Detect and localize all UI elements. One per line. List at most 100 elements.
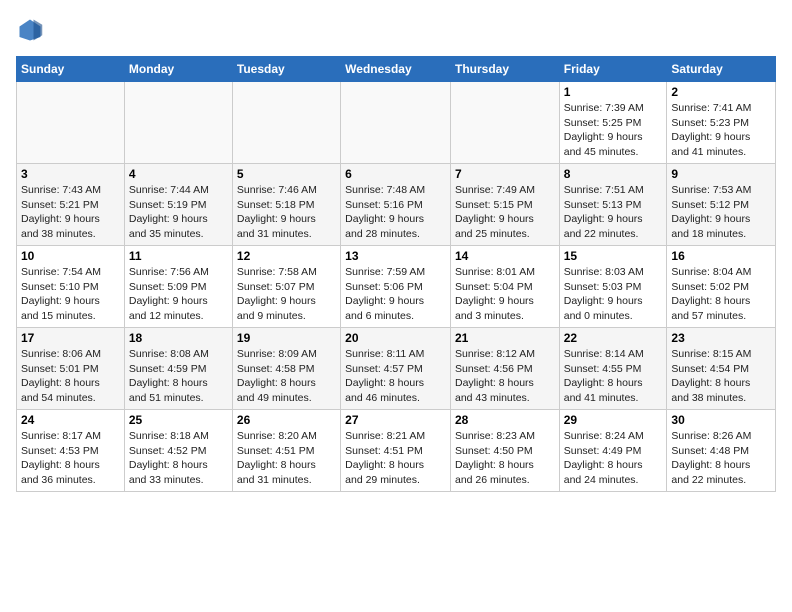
calendar-cell: 16 Sunrise: 8:04 AM Sunset: 5:02 PM Dayli… — [667, 246, 776, 328]
day-number: 11 — [129, 249, 228, 263]
day-header-tuesday: Tuesday — [232, 57, 340, 82]
calendar-cell: 17 Sunrise: 8:06 AM Sunset: 5:01 PM Dayli… — [17, 328, 125, 410]
calendar-cell: 21 Sunrise: 8:12 AM Sunset: 4:56 PM Dayli… — [450, 328, 559, 410]
day-header-thursday: Thursday — [450, 57, 559, 82]
day-number: 23 — [671, 331, 771, 345]
calendar-cell: 3 Sunrise: 7:43 AM Sunset: 5:21 PM Daylig… — [17, 164, 125, 246]
calendar-cell — [450, 82, 559, 164]
day-number: 19 — [237, 331, 336, 345]
day-number: 30 — [671, 413, 771, 427]
calendar-table: SundayMondayTuesdayWednesdayThursdayFrid… — [16, 56, 776, 492]
day-info: Sunrise: 8:12 AM Sunset: 4:56 PM Dayligh… — [455, 347, 555, 406]
calendar-cell: 27Sunrise: 8:21 AM Sunset: 4:51 PM Dayli… — [341, 410, 451, 492]
day-number: 21 — [455, 331, 555, 345]
day-number: 25 — [129, 413, 228, 427]
day-info: Sunrise: 7:46 AM Sunset: 5:18 PM Dayligh… — [237, 183, 336, 242]
calendar-cell: 9 Sunrise: 7:53 AM Sunset: 5:12 PM Daylig… — [667, 164, 776, 246]
day-info: Sunrise: 8:06 AM Sunset: 5:01 PM Dayligh… — [21, 347, 120, 406]
logo — [16, 16, 48, 44]
day-number: 17 — [21, 331, 120, 345]
calendar-cell: 29Sunrise: 8:24 AM Sunset: 4:49 PM Dayli… — [559, 410, 667, 492]
day-number: 28 — [455, 413, 555, 427]
calendar-week-2: 3 Sunrise: 7:43 AM Sunset: 5:21 PM Daylig… — [17, 164, 776, 246]
day-number: 29 — [564, 413, 663, 427]
page-container: SundayMondayTuesdayWednesdayThursdayFrid… — [0, 0, 792, 500]
calendar-cell: 23 Sunrise: 8:15 AM Sunset: 4:54 PM Dayli… — [667, 328, 776, 410]
day-info: Sunrise: 8:01 AM Sunset: 5:04 PM Dayligh… — [455, 265, 555, 324]
calendar-week-4: 17 Sunrise: 8:06 AM Sunset: 5:01 PM Dayli… — [17, 328, 776, 410]
header — [16, 16, 776, 44]
day-info: Sunrise: 8:21 AM Sunset: 4:51 PM Dayligh… — [345, 429, 446, 488]
calendar-week-1: 1Sunrise: 7:39 AM Sunset: 5:25 PM Daylig… — [17, 82, 776, 164]
day-number: 1 — [564, 85, 663, 99]
calendar-cell — [124, 82, 232, 164]
day-header-monday: Monday — [124, 57, 232, 82]
day-info: Sunrise: 8:15 AM Sunset: 4:54 PM Dayligh… — [671, 347, 771, 406]
calendar-cell: 24 Sunrise: 8:17 AM Sunset: 4:53 PM Dayli… — [17, 410, 125, 492]
day-info: Sunrise: 7:43 AM Sunset: 5:21 PM Dayligh… — [21, 183, 120, 242]
day-info: Sunrise: 7:51 AM Sunset: 5:13 PM Dayligh… — [564, 183, 663, 242]
day-number: 16 — [671, 249, 771, 263]
day-number: 12 — [237, 249, 336, 263]
calendar-cell: 8 Sunrise: 7:51 AM Sunset: 5:13 PM Daylig… — [559, 164, 667, 246]
calendar-cell: 13Sunrise: 7:59 AM Sunset: 5:06 PM Dayli… — [341, 246, 451, 328]
day-info: Sunrise: 8:04 AM Sunset: 5:02 PM Dayligh… — [671, 265, 771, 324]
day-number: 10 — [21, 249, 120, 263]
day-header-sunday: Sunday — [17, 57, 125, 82]
calendar-cell: 25 Sunrise: 8:18 AM Sunset: 4:52 PM Dayli… — [124, 410, 232, 492]
calendar-cell: 1Sunrise: 7:39 AM Sunset: 5:25 PM Daylig… — [559, 82, 667, 164]
day-number: 8 — [564, 167, 663, 181]
day-info: Sunrise: 8:11 AM Sunset: 4:57 PM Dayligh… — [345, 347, 446, 406]
calendar-cell: 6 Sunrise: 7:48 AM Sunset: 5:16 PM Daylig… — [341, 164, 451, 246]
day-number: 26 — [237, 413, 336, 427]
day-number: 2 — [671, 85, 771, 99]
day-info: Sunrise: 8:18 AM Sunset: 4:52 PM Dayligh… — [129, 429, 228, 488]
calendar-week-5: 24 Sunrise: 8:17 AM Sunset: 4:53 PM Dayli… — [17, 410, 776, 492]
day-info: Sunrise: 7:53 AM Sunset: 5:12 PM Dayligh… — [671, 183, 771, 242]
day-info: Sunrise: 7:44 AM Sunset: 5:19 PM Dayligh… — [129, 183, 228, 242]
day-header-wednesday: Wednesday — [341, 57, 451, 82]
day-info: Sunrise: 8:08 AM Sunset: 4:59 PM Dayligh… — [129, 347, 228, 406]
calendar-cell: 4Sunrise: 7:44 AM Sunset: 5:19 PM Daylig… — [124, 164, 232, 246]
calendar-cell: 12 Sunrise: 7:58 AM Sunset: 5:07 PM Dayli… — [232, 246, 340, 328]
day-info: Sunrise: 7:58 AM Sunset: 5:07 PM Dayligh… — [237, 265, 336, 324]
day-number: 13 — [345, 249, 446, 263]
calendar-cell — [341, 82, 451, 164]
day-info: Sunrise: 7:48 AM Sunset: 5:16 PM Dayligh… — [345, 183, 446, 242]
day-number: 7 — [455, 167, 555, 181]
day-header-saturday: Saturday — [667, 57, 776, 82]
calendar-cell: 26 Sunrise: 8:20 AM Sunset: 4:51 PM Dayli… — [232, 410, 340, 492]
calendar-cell: 22Sunrise: 8:14 AM Sunset: 4:55 PM Dayli… — [559, 328, 667, 410]
day-header-friday: Friday — [559, 57, 667, 82]
day-info: Sunrise: 8:03 AM Sunset: 5:03 PM Dayligh… — [564, 265, 663, 324]
calendar-cell — [17, 82, 125, 164]
day-number: 3 — [21, 167, 120, 181]
calendar-cell: 30 Sunrise: 8:26 AM Sunset: 4:48 PM Dayli… — [667, 410, 776, 492]
day-number: 20 — [345, 331, 446, 345]
calendar-cell: 10Sunrise: 7:54 AM Sunset: 5:10 PM Dayli… — [17, 246, 125, 328]
calendar-cell: 11Sunrise: 7:56 AM Sunset: 5:09 PM Dayli… — [124, 246, 232, 328]
day-info: Sunrise: 7:41 AM Sunset: 5:23 PM Dayligh… — [671, 101, 771, 160]
calendar-header-row: SundayMondayTuesdayWednesdayThursdayFrid… — [17, 57, 776, 82]
calendar-cell: 2 Sunrise: 7:41 AM Sunset: 5:23 PM Daylig… — [667, 82, 776, 164]
day-number: 15 — [564, 249, 663, 263]
day-number: 5 — [237, 167, 336, 181]
day-info: Sunrise: 7:49 AM Sunset: 5:15 PM Dayligh… — [455, 183, 555, 242]
day-info: Sunrise: 8:26 AM Sunset: 4:48 PM Dayligh… — [671, 429, 771, 488]
calendar-cell: 14Sunrise: 8:01 AM Sunset: 5:04 PM Dayli… — [450, 246, 559, 328]
day-info: Sunrise: 8:17 AM Sunset: 4:53 PM Dayligh… — [21, 429, 120, 488]
calendar-cell: 18 Sunrise: 8:08 AM Sunset: 4:59 PM Dayli… — [124, 328, 232, 410]
calendar-cell: 20 Sunrise: 8:11 AM Sunset: 4:57 PM Dayli… — [341, 328, 451, 410]
calendar-week-3: 10Sunrise: 7:54 AM Sunset: 5:10 PM Dayli… — [17, 246, 776, 328]
day-number: 18 — [129, 331, 228, 345]
calendar-cell — [232, 82, 340, 164]
calendar-cell: 7 Sunrise: 7:49 AM Sunset: 5:15 PM Daylig… — [450, 164, 559, 246]
day-info: Sunrise: 8:09 AM Sunset: 4:58 PM Dayligh… — [237, 347, 336, 406]
day-number: 6 — [345, 167, 446, 181]
day-number: 9 — [671, 167, 771, 181]
day-info: Sunrise: 8:20 AM Sunset: 4:51 PM Dayligh… — [237, 429, 336, 488]
logo-icon — [16, 16, 44, 44]
calendar-cell: 19 Sunrise: 8:09 AM Sunset: 4:58 PM Dayli… — [232, 328, 340, 410]
day-number: 24 — [21, 413, 120, 427]
calendar-cell: 5 Sunrise: 7:46 AM Sunset: 5:18 PM Daylig… — [232, 164, 340, 246]
